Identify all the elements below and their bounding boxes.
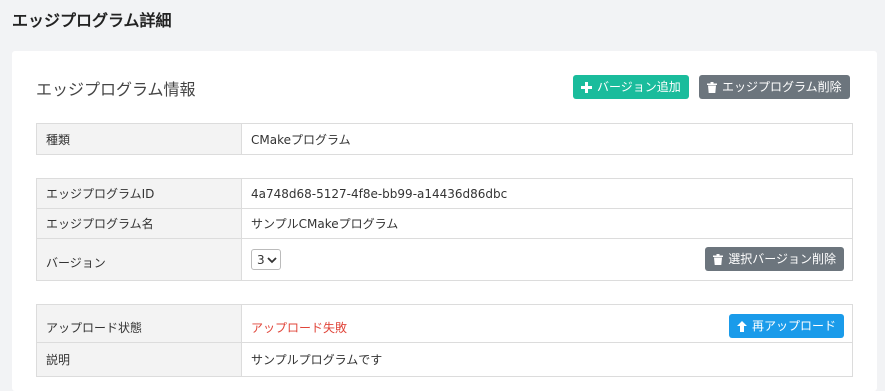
table-row: エッジプログラムID 4a748d68-5127-4f8e-bb99-a1443… (36, 178, 853, 209)
page-title: エッジプログラム詳細 (12, 11, 172, 30)
upload-table: アップロード状態 アップロード失敗 再アップロード 説明 サンプルプログラムです (36, 304, 853, 377)
card-title: エッジプログラム情報 (36, 80, 196, 99)
table-row: バージョン 3 選択バージョン削除 (36, 238, 853, 281)
upload-arrow-icon (736, 320, 747, 332)
upload-status-value: アップロード失敗 (251, 320, 348, 335)
plus-icon (581, 81, 592, 93)
version-select[interactable]: 3 (251, 249, 281, 270)
add-version-button[interactable]: バージョン追加 (573, 75, 689, 99)
type-value: CMakeプログラム (241, 123, 853, 155)
type-label: 種類 (36, 123, 242, 155)
upload-status-label: アップロード状態 (36, 304, 242, 343)
program-id-label: エッジプログラムID (36, 178, 242, 209)
program-name-value: サンプルCMakeプログラム (241, 208, 853, 239)
description-label: 説明 (36, 342, 242, 377)
program-info-card: エッジプログラム情報 バージョン追加 エッジプログラム削除 種類 CMakeプロ… (12, 51, 877, 391)
description-value: サンプルプログラムです (241, 342, 853, 377)
table-row: アップロード状態 アップロード失敗 再アップロード (36, 304, 853, 343)
delete-program-label: エッジプログラム削除 (722, 80, 842, 94)
table-row: 種類 CMakeプログラム (36, 123, 853, 155)
version-label: バージョン (36, 238, 242, 281)
table-row: エッジプログラム名 サンプルCMakeプログラム (36, 208, 853, 239)
reupload-label: 再アップロード (751, 319, 836, 333)
reupload-button[interactable]: 再アップロード (728, 314, 844, 338)
program-id-value: 4a748d68-5127-4f8e-bb99-a14436d86dbc (241, 178, 853, 209)
program-name-label: エッジプログラム名 (36, 208, 242, 239)
version-cell: 3 選択バージョン削除 (241, 238, 853, 281)
upload-status-cell: アップロード失敗 再アップロード (241, 304, 853, 343)
trash-icon (713, 253, 724, 265)
delete-program-button[interactable]: エッジプログラム削除 (699, 75, 850, 99)
detail-table: エッジプログラムID 4a748d68-5127-4f8e-bb99-a1443… (36, 178, 853, 281)
delete-version-button[interactable]: 選択バージョン削除 (705, 247, 844, 271)
delete-version-label: 選択バージョン削除 (728, 252, 836, 266)
table-row: 説明 サンプルプログラムです (36, 342, 853, 377)
chevron-down-icon (267, 253, 277, 267)
trash-icon (707, 81, 717, 93)
type-table: 種類 CMakeプログラム (36, 123, 853, 155)
version-select-value: 3 (257, 252, 265, 267)
add-version-label: バージョン追加 (597, 80, 681, 94)
